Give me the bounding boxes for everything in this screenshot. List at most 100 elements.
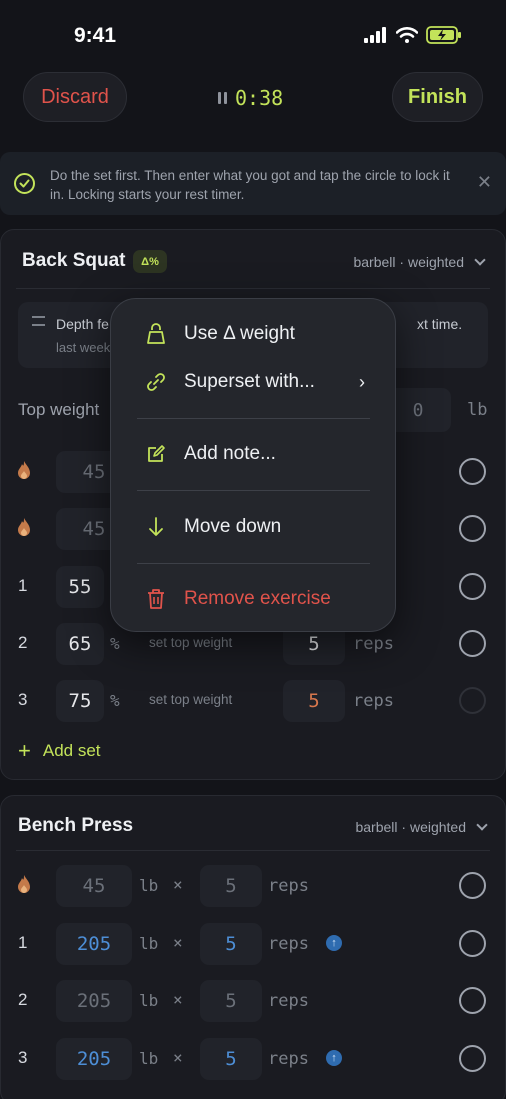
weight-input[interactable]: 45 <box>56 865 132 907</box>
complete-set-toggle[interactable] <box>459 987 486 1014</box>
note-text-end: xt time. <box>417 316 463 332</box>
exercise-title[interactable]: Back Squat <box>22 250 125 272</box>
arrow-down-icon <box>145 516 167 538</box>
chevron-down-icon <box>476 819 488 831</box>
top-weight-unit: lb <box>467 400 488 420</box>
set-row: 3 75 % set top weight 5 reps <box>0 678 506 724</box>
workout-timer[interactable]: 0:38 <box>218 86 283 110</box>
times-sign: × <box>173 1048 183 1067</box>
menu-item-move-down[interactable]: Move down <box>111 505 397 549</box>
menu-separator <box>137 490 370 491</box>
menu-item-remove-exercise[interactable]: Remove exercise <box>111 577 397 621</box>
status-icons <box>364 26 462 44</box>
flame-icon <box>18 518 30 536</box>
weight-unit: lb <box>139 876 159 895</box>
reps-label: reps <box>353 691 394 711</box>
discard-button[interactable]: Discard <box>23 72 127 122</box>
set-index: 2 <box>18 633 28 652</box>
arrow-up-info-icon[interactable]: ↑ <box>326 1050 342 1066</box>
check-circle-icon <box>14 173 35 194</box>
status-bar: 9:41 <box>0 0 506 60</box>
set-index: 3 <box>18 690 28 709</box>
set-index: 2 <box>18 990 28 1009</box>
warmup-row: 45 lb × 5 reps <box>0 863 506 909</box>
complete-set-toggle[interactable] <box>459 515 486 542</box>
exercise-meta[interactable]: barbell · weighted <box>355 819 488 835</box>
kettlebell-icon <box>145 323 167 345</box>
complete-set-toggle[interactable] <box>459 687 486 714</box>
complete-set-toggle[interactable] <box>459 1045 486 1072</box>
link-icon <box>145 371 167 393</box>
trash-icon <box>145 588 167 610</box>
tip-text: Do the set first. Then enter what you go… <box>50 168 450 202</box>
add-set-button[interactable]: + Add set <box>18 738 101 763</box>
chevron-right-icon: › <box>359 371 365 392</box>
chevron-down-icon <box>474 254 486 266</box>
set-row: 2 205 lb × 5 reps <box>0 978 506 1024</box>
set-row: 3 205 lb × 5 reps ↑ <box>0 1036 506 1082</box>
weight-unit: lb <box>139 1049 159 1068</box>
divider <box>16 850 490 851</box>
delta-badge: Δ% <box>133 250 167 273</box>
exercise-title[interactable]: Bench Press <box>18 815 133 837</box>
signal-icon <box>364 27 386 43</box>
timer-text: 0:38 <box>235 86 284 110</box>
weight-unit: lb <box>139 991 159 1010</box>
weight-unit: lb <box>139 934 159 953</box>
set-top-weight-hint: set top weight <box>149 692 233 707</box>
weight-input[interactable]: 205 <box>56 980 132 1022</box>
times-sign: × <box>173 990 183 1009</box>
percent-input[interactable]: 75 <box>56 680 104 722</box>
complete-set-toggle[interactable] <box>459 930 486 957</box>
reps-input[interactable]: 5 <box>200 923 262 965</box>
complete-set-toggle[interactable] <box>459 872 486 899</box>
weight-input[interactable]: 205 <box>56 1038 132 1080</box>
wifi-icon <box>396 27 418 43</box>
percent-input[interactable]: 65 <box>56 623 104 665</box>
menu-item-superset[interactable]: Superset with... › <box>111 360 397 404</box>
times-sign: × <box>173 875 183 894</box>
set-index: 1 <box>18 933 28 952</box>
battery-icon <box>426 26 461 44</box>
add-set-label: Add set <box>42 741 101 760</box>
finish-button[interactable]: Finish <box>392 72 483 122</box>
reps-input[interactable]: 5 <box>200 980 262 1022</box>
weight-input[interactable]: 205 <box>56 923 132 965</box>
complete-set-toggle[interactable] <box>459 630 486 657</box>
reps-input[interactable]: 5 <box>200 1038 262 1080</box>
reps-input[interactable]: 5 <box>200 865 262 907</box>
menu-separator <box>137 418 370 419</box>
arrow-up-info-icon[interactable]: ↑ <box>326 935 342 951</box>
reps-label: reps <box>268 934 309 954</box>
flame-icon <box>18 461 30 479</box>
set-index: 3 <box>18 1048 28 1067</box>
reps-label: reps <box>268 1049 309 1069</box>
plus-icon: + <box>18 738 31 763</box>
close-icon[interactable]: ✕ <box>477 172 492 193</box>
reps-label: reps <box>268 991 309 1011</box>
complete-set-toggle[interactable] <box>459 573 486 600</box>
set-row: 1 205 lb × 5 reps ↑ <box>0 921 506 967</box>
pause-icon[interactable] <box>218 92 227 104</box>
menu-item-add-note[interactable]: Add note... <box>111 432 397 476</box>
exercise-meta[interactable]: barbell · weighted <box>353 254 486 270</box>
times-sign: × <box>173 933 183 952</box>
complete-set-toggle[interactable] <box>459 458 486 485</box>
set-top-weight-hint: set top weight <box>149 635 233 650</box>
divider <box>16 288 490 289</box>
status-time: 9:41 <box>74 24 117 47</box>
reps-label: reps <box>268 876 309 896</box>
note-text: Depth fe <box>56 316 109 332</box>
percent-input[interactable]: 55 <box>56 566 104 608</box>
equipment-label: barbell · weighted <box>355 819 466 835</box>
menu-separator <box>137 563 370 564</box>
equipment-label: barbell · weighted <box>353 254 464 270</box>
menu-item-label: Move down <box>184 516 282 537</box>
reps-input[interactable]: 5 <box>283 680 345 722</box>
menu-item-label: Add note... <box>184 443 276 464</box>
tip-banner: Do the set first. Then enter what you go… <box>0 152 506 215</box>
note-subtext: last week <box>56 340 111 355</box>
percent-unit: % <box>110 634 120 653</box>
menu-item-use-delta-weight[interactable]: Use Δ weight <box>111 312 397 356</box>
menu-item-label: Remove exercise <box>184 588 331 609</box>
